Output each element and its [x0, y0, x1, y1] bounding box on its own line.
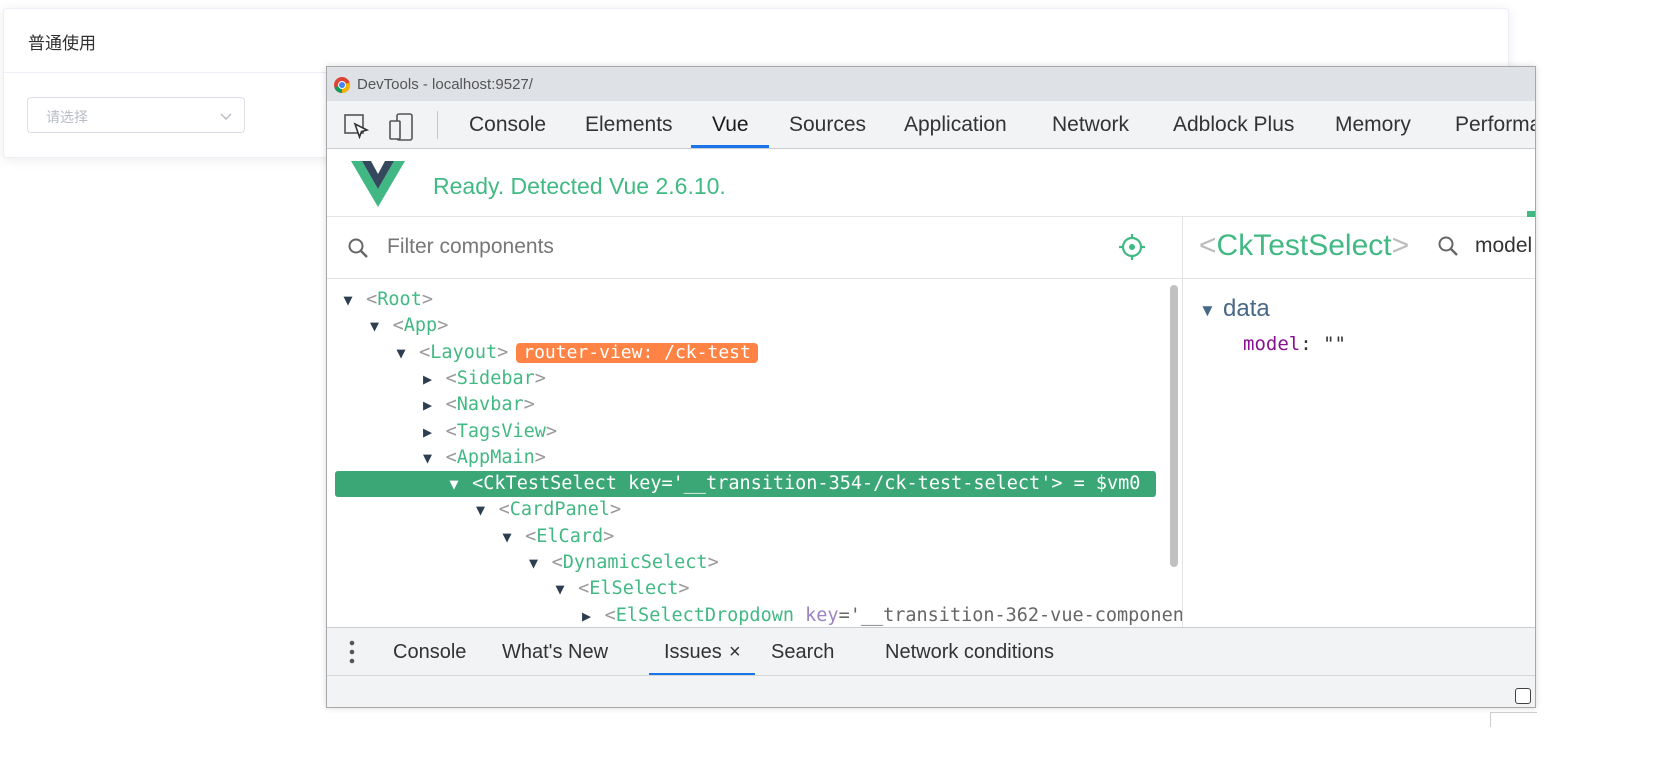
- vue-header: Ready. Detected Vue 2.6.10.: [327, 149, 1535, 217]
- tab-sources[interactable]: Sources: [789, 101, 866, 148]
- inspect-element-icon[interactable]: [343, 113, 370, 144]
- select-placeholder: 请选择: [46, 109, 88, 125]
- drawer-content: [327, 675, 1535, 707]
- component-tree-pane: ▼ <Root>▼ <App>▼ <Layout>router-view: /c…: [327, 217, 1183, 627]
- caret-down-icon[interactable]: ▼: [341, 287, 355, 313]
- drawer-tab-network-conditions[interactable]: Network conditions: [885, 628, 1054, 676]
- tree-row[interactable]: ▼ <Layout> router-view: /ck-test: [335, 340, 1156, 366]
- caret-right-icon[interactable]: ▶: [580, 603, 594, 627]
- tree-row[interactable]: ▼ <ElSelect>: [335, 576, 1156, 602]
- component-name: CardPanel: [509, 499, 611, 521]
- drawer-tab-console[interactable]: Console: [393, 628, 466, 676]
- tab-adblock-plus[interactable]: Adblock Plus: [1173, 101, 1294, 148]
- more-tools-icon[interactable]: [349, 640, 355, 669]
- component-name: AppMain: [456, 446, 535, 468]
- caret-down-icon[interactable]: ▼: [553, 576, 567, 602]
- component-name: Layout: [430, 341, 498, 363]
- checkbox[interactable]: [1515, 688, 1531, 704]
- chrome-icon: [333, 76, 351, 99]
- component-tree: ▼ <Root> ▼ <App> ▼ <Layout> router-view: /c…: [327, 279, 1182, 627]
- vue-status: Ready. Detected Vue 2.6.10.: [433, 173, 726, 199]
- tree-row[interactable]: ▼ <App>: [335, 313, 1156, 339]
- search-icon: [347, 237, 369, 264]
- tree-row[interactable]: ▼ <DynamicSelect>: [335, 550, 1156, 576]
- caret-down-icon[interactable]: ▼: [394, 340, 408, 366]
- caret-down-icon[interactable]: ▼: [474, 497, 488, 523]
- component-name: TagsView: [456, 420, 546, 442]
- drawer-tab-issues[interactable]: Issues: [664, 628, 722, 676]
- active-tab-indicator: [691, 145, 769, 148]
- caret-right-icon[interactable]: ▶: [421, 419, 435, 445]
- filter-bar: [327, 217, 1182, 279]
- caret-down-icon[interactable]: ▼: [447, 471, 461, 497]
- tab-vue[interactable]: Vue: [712, 101, 749, 148]
- component-name: ElSelectDropdown: [615, 604, 794, 626]
- inspector-search-input[interactable]: model: [1475, 234, 1532, 258]
- devtools-tabbar: Console Elements Vue Sources Application…: [327, 101, 1535, 149]
- tree-row[interactable]: ▼ <AppMain>: [335, 445, 1156, 471]
- component-name: Root: [377, 289, 422, 310]
- tree-row[interactable]: ▶ <Sidebar>: [335, 366, 1156, 392]
- vm-ref: = $vm0: [1062, 473, 1141, 495]
- tree-row[interactable]: ▶ <Navbar>: [335, 392, 1156, 418]
- component-name: App: [403, 315, 438, 337]
- attr-key: key: [805, 604, 839, 626]
- drawer-tab-whats-new[interactable]: What's New: [502, 628, 608, 676]
- device-toolbar-icon[interactable]: [389, 113, 415, 146]
- select-input[interactable]: 请选择: [27, 97, 245, 133]
- tree-row[interactable]: ▼ <ElCard>: [335, 524, 1156, 550]
- caret-down-icon[interactable]: ▼: [368, 313, 382, 339]
- tab-performance[interactable]: Performa: [1455, 101, 1535, 148]
- inspector-pane: <CkTestSelect> model ▼ data model: "": [1183, 217, 1535, 627]
- tab-network[interactable]: Network: [1052, 101, 1129, 148]
- background-window-edge: [1490, 712, 1537, 727]
- caret-right-icon[interactable]: ▶: [421, 392, 435, 418]
- component-name: ElSelect: [589, 578, 679, 600]
- tree-row-selected[interactable]: ▼ <CkTestSelect key='__transition-354-/c…: [335, 471, 1156, 498]
- component-name: ElCard: [536, 525, 604, 547]
- tab-memory[interactable]: Memory: [1335, 101, 1411, 148]
- caret-down-icon[interactable]: ▼: [527, 550, 541, 576]
- inspector-header: <CkTestSelect> model: [1183, 217, 1535, 279]
- window-titlebar: DevTools - localhost:9527/: [327, 67, 1535, 101]
- devtools-window: DevTools - localhost:9527/ Console Eleme…: [326, 66, 1536, 708]
- window-title: DevTools - localhost:9527/: [357, 76, 533, 93]
- component-name: DynamicSelect: [562, 552, 708, 573]
- attr-key: key: [628, 473, 662, 495]
- filter-components-input[interactable]: [385, 231, 989, 263]
- caret-down-icon[interactable]: ▼: [421, 445, 435, 471]
- data-section-header[interactable]: ▼ data: [1199, 295, 1270, 323]
- tree-row[interactable]: ▼ <CardPanel>: [335, 497, 1156, 523]
- select-component-target-icon[interactable]: [1118, 233, 1146, 266]
- router-view-badge: router-view: /ck-test: [516, 342, 758, 363]
- tab-console[interactable]: Console: [469, 101, 546, 148]
- data-property[interactable]: model: "": [1243, 333, 1346, 355]
- tree-scrollbar[interactable]: [1170, 285, 1178, 567]
- component-name: Navbar: [456, 394, 524, 416]
- devtools-drawer: Console What's New Issues × Search Netwo…: [327, 627, 1535, 676]
- vue-logo-icon: [351, 161, 405, 212]
- tab-elements[interactable]: Elements: [585, 101, 673, 148]
- component-name: Sidebar: [456, 367, 535, 389]
- search-icon[interactable]: [1437, 235, 1459, 262]
- card-title: 普通使用: [4, 9, 1508, 73]
- chevron-down-icon: [219, 109, 233, 128]
- caret-down-icon[interactable]: ▼: [500, 524, 514, 550]
- close-icon[interactable]: ×: [729, 628, 741, 676]
- component-name: CkTestSelect: [483, 473, 617, 495]
- attr-value: '__transition-362-vue-component': [849, 604, 1182, 626]
- tree-row[interactable]: ▶ <TagsView>: [335, 419, 1156, 445]
- caret-right-icon[interactable]: ▶: [421, 366, 435, 392]
- inspector-component-name: <CkTestSelect>: [1199, 229, 1410, 262]
- tree-row[interactable]: ▶ <ElSelectDropdown key='__transition-36…: [335, 603, 1182, 627]
- tab-application[interactable]: Application: [904, 101, 1007, 148]
- toolbar-divider: [437, 111, 438, 139]
- drawer-tab-search[interactable]: Search: [771, 628, 834, 676]
- attr-value: '__transition-354-/ck-test-select': [672, 473, 1052, 495]
- tree-row[interactable]: ▼ <Root>: [335, 287, 1156, 313]
